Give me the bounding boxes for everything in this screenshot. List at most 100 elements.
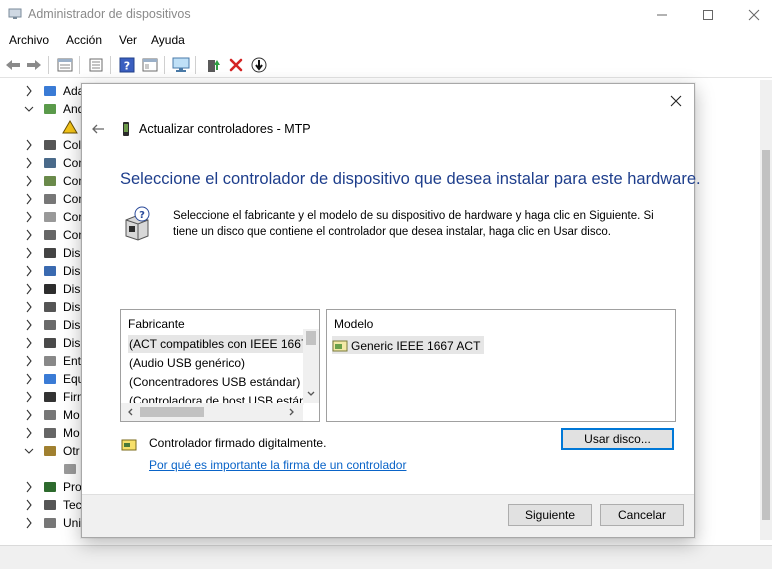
chevron-right-icon[interactable] xyxy=(24,139,34,151)
device-category-icon xyxy=(44,392,56,402)
menu-bar: Archivo Acción Ver Ayuda xyxy=(0,30,772,51)
manufacturer-vertical-scrollbar[interactable] xyxy=(303,329,319,403)
device-category-icon xyxy=(44,500,56,510)
signed-driver-icon xyxy=(121,439,137,451)
chevron-right-icon[interactable] xyxy=(24,229,34,241)
svg-text:?: ? xyxy=(124,59,130,72)
chevron-right-icon[interactable] xyxy=(24,319,34,331)
chevron-right-icon[interactable] xyxy=(24,193,34,205)
manufacturer-item[interactable]: (ACT compatibles con IEEE 1667) xyxy=(128,335,304,353)
device-category-icon xyxy=(44,320,56,330)
chevron-right-icon[interactable] xyxy=(24,409,34,421)
chevron-right-icon[interactable] xyxy=(24,175,34,187)
chevron-right-icon[interactable] xyxy=(24,391,34,403)
device-category-icon xyxy=(44,302,56,312)
scroll-right-arrow[interactable] xyxy=(287,407,297,417)
maximize-button[interactable] xyxy=(685,0,731,30)
horizontal-scroll-thumb[interactable] xyxy=(140,407,204,417)
chevron-right-icon[interactable] xyxy=(24,427,34,439)
manufacturer-item[interactable]: (Audio USB genérico) xyxy=(128,354,304,372)
toolbar: ? xyxy=(0,51,772,78)
chevron-right-icon[interactable] xyxy=(24,337,34,349)
device-manager-icon xyxy=(8,8,22,19)
update-driver-button[interactable] xyxy=(204,56,222,73)
chevron-right-icon[interactable] xyxy=(24,517,34,529)
dialog-description: Seleccione el fabricante y el modelo de … xyxy=(173,210,654,238)
next-button[interactable]: Siguiente xyxy=(508,504,592,526)
chevron-right-icon[interactable] xyxy=(24,301,34,313)
forward-button[interactable] xyxy=(25,56,43,73)
dialog-title: Actualizar controladores - MTP xyxy=(139,122,311,136)
svg-text:?: ? xyxy=(139,210,145,221)
device-category-icon xyxy=(44,482,56,492)
device-list-button[interactable] xyxy=(87,56,105,73)
have-disk-button[interactable]: Usar disco... xyxy=(561,428,674,450)
tree-row-label: Mo xyxy=(63,426,80,440)
chevron-right-icon[interactable] xyxy=(24,355,34,367)
forward-icon xyxy=(27,59,41,70)
chevron-down-icon[interactable] xyxy=(24,103,34,115)
download-button[interactable] xyxy=(250,56,268,73)
model-header: Modelo xyxy=(334,317,374,331)
back-arrow-icon[interactable] xyxy=(90,121,106,137)
device-category-icon xyxy=(44,158,56,168)
uninstall-icon xyxy=(229,58,243,71)
chevron-right-icon[interactable] xyxy=(24,157,34,169)
signed-driver-text: Controlador firmado digitalmente. xyxy=(149,436,327,450)
scroll-left-arrow[interactable] xyxy=(125,407,135,417)
manufacturer-item[interactable]: (Concentradores USB estándar) xyxy=(128,373,304,391)
chevron-right-icon[interactable] xyxy=(24,265,34,277)
device-category-icon xyxy=(44,266,56,276)
tree-scrollbar-thumb[interactable] xyxy=(762,150,770,520)
unknown-device-icon xyxy=(64,464,76,474)
dialog-heading: Seleccione el controlador de dispositivo… xyxy=(120,170,701,188)
device-category-icon xyxy=(44,104,56,114)
chevron-right-icon[interactable] xyxy=(24,481,34,493)
device-category-icon xyxy=(44,284,56,294)
back-icon xyxy=(6,59,20,70)
scroll-down-arrow[interactable] xyxy=(306,389,316,399)
help-button[interactable]: ? xyxy=(118,56,136,73)
chevron-right-icon[interactable] xyxy=(24,373,34,385)
minimize-button[interactable] xyxy=(639,0,685,30)
device-category-icon xyxy=(44,86,56,96)
chevron-right-icon[interactable] xyxy=(24,499,34,511)
device-list-icon xyxy=(89,58,103,71)
menu-archivo[interactable]: Archivo xyxy=(9,33,49,47)
monitor-icon xyxy=(172,57,190,72)
tree-row-label: Col xyxy=(63,138,82,152)
model-item[interactable]: Generic IEEE 1667 ACT xyxy=(332,336,485,354)
menu-ver[interactable]: Ver xyxy=(119,33,137,47)
device-category-icon xyxy=(44,338,56,348)
cancel-button[interactable]: Cancelar xyxy=(600,504,684,526)
mtp-device-icon xyxy=(123,122,129,136)
tree-row-label: Pro xyxy=(63,480,82,494)
manufacturer-list[interactable]: Fabricante (ACT compatibles con IEEE 166… xyxy=(120,309,320,422)
scroll-thumb[interactable] xyxy=(306,331,316,345)
chevron-right-icon[interactable] xyxy=(24,283,34,295)
tree-scrollbar[interactable] xyxy=(760,80,772,540)
dialog-close-button[interactable] xyxy=(665,90,687,112)
menu-ayuda[interactable]: Ayuda xyxy=(151,33,185,47)
menu-accion[interactable]: Acción xyxy=(66,33,102,47)
minimize-icon xyxy=(657,14,667,16)
chevron-right-icon[interactable] xyxy=(24,247,34,259)
back-button[interactable] xyxy=(4,56,22,73)
manufacturer-horizontal-scrollbar[interactable] xyxy=(121,403,303,421)
chevron-down-icon[interactable] xyxy=(24,445,34,457)
device-category-icon xyxy=(44,176,56,186)
close-icon xyxy=(670,95,682,107)
window-title: Administrador de dispositivos xyxy=(28,7,191,21)
device-category-icon xyxy=(44,410,56,420)
chevron-right-icon[interactable] xyxy=(24,85,34,97)
chevron-right-icon[interactable] xyxy=(24,211,34,223)
uninstall-button[interactable] xyxy=(227,56,245,73)
scan-hardware-button[interactable] xyxy=(172,56,190,73)
model-list[interactable]: Modelo Generic IEEE 1667 ACT xyxy=(326,309,676,422)
properties-button[interactable] xyxy=(56,56,74,73)
driver-certificate-icon xyxy=(332,340,348,351)
update-driver-dialog: Actualizar controladores - MTP Seleccion… xyxy=(81,83,701,538)
close-window-button[interactable] xyxy=(731,0,772,30)
signature-info-link[interactable]: Por qué es importante la firma de un con… xyxy=(149,458,406,472)
view-button[interactable] xyxy=(141,56,159,73)
